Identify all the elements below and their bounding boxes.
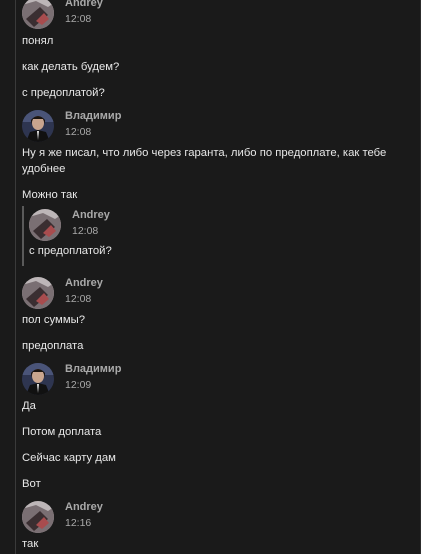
message-text: с предоплатой? [22, 87, 105, 99]
message-text: Ну я же писал, что либо через гаранта, л… [22, 147, 387, 175]
message-text: Вот [22, 478, 41, 490]
quote-bar [22, 206, 24, 266]
author-name[interactable]: Andrey [65, 0, 103, 9]
timestamp: 12:16 [65, 517, 92, 529]
author-name[interactable]: Andrey [65, 501, 103, 513]
message-text: Сейчас карту дам [22, 452, 116, 464]
message-text: Потом доплата [22, 426, 102, 438]
timestamp: 12:08 [72, 225, 99, 237]
message-text: понял [22, 35, 54, 47]
author-name[interactable]: Andrey [65, 277, 103, 289]
avatar-andrey[interactable] [22, 501, 54, 533]
message-text: так [22, 538, 39, 550]
timestamp: 12:08 [65, 126, 92, 138]
chat-log: Andrey 12:08 понял как делать будем? с п… [0, 0, 421, 554]
message-text: с предоплатой? [29, 245, 112, 257]
message-text: как делать будем? [22, 61, 120, 73]
avatar-andrey[interactable] [29, 209, 61, 241]
thread-left-border [15, 0, 16, 554]
author-name[interactable]: Andrey [72, 209, 110, 221]
quoted-message[interactable]: Andrey 12:08 с предоплатой? [22, 206, 392, 266]
message-text: Да [22, 400, 36, 412]
timestamp: 12:08 [65, 293, 92, 305]
message-text: Можно так [22, 189, 78, 201]
avatar-andrey[interactable] [22, 277, 54, 309]
avatar-vladimir[interactable] [22, 110, 54, 142]
author-name[interactable]: Владимир [65, 110, 121, 122]
timestamp: 12:09 [65, 379, 92, 391]
avatar-andrey[interactable] [22, 0, 54, 29]
message-text: пол суммы? [22, 314, 85, 326]
message-text: предоплата [22, 340, 84, 352]
avatar-vladimir[interactable] [22, 363, 54, 395]
author-name[interactable]: Владимир [65, 363, 121, 375]
timestamp: 12:08 [65, 13, 92, 25]
